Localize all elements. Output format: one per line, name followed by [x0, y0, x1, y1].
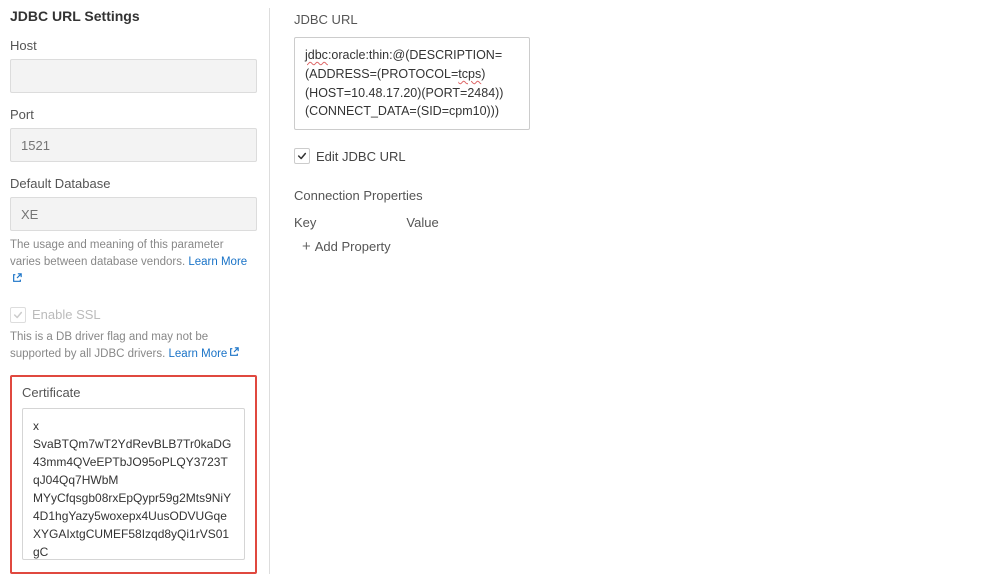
db-help-text: The usage and meaning of this parameter …: [10, 237, 257, 289]
port-label: Port: [10, 107, 257, 122]
default-db-label: Default Database: [10, 176, 257, 191]
certificate-textarea[interactable]: x SvaBTQm7wT2YdRevBLB7Tr0kaDG43mm4QVeEPT…: [22, 408, 245, 560]
jdbc-url-label: JDBC URL: [294, 12, 989, 27]
jdbc-url-line-2: (ADDRESS=(PROTOCOL=tcps): [305, 65, 519, 84]
jdbc-url-input[interactable]: jdbc:oracle:thin:@(DESCRIPTION= (ADDRESS…: [294, 37, 530, 130]
enable-ssl-row: Enable SSL: [10, 307, 257, 323]
plus-icon: +: [302, 238, 311, 255]
enable-ssl-checkbox[interactable]: [10, 307, 26, 323]
edit-jdbc-label: Edit JDBC URL: [316, 149, 406, 164]
edit-jdbc-row: Edit JDBC URL: [294, 148, 989, 164]
ssl-help-text: This is a DB driver flag and may not be …: [10, 329, 257, 364]
host-label: Host: [10, 38, 257, 53]
certificate-label: Certificate: [22, 385, 245, 400]
ssl-learn-more-link[interactable]: Learn More: [169, 348, 240, 360]
left-panel: JDBC URL Settings Host Port Default Data…: [10, 8, 270, 574]
default-db-input[interactable]: [10, 197, 257, 231]
jdbc-url-line-3: (HOST=10.48.17.20)(PORT=2484)): [305, 84, 519, 103]
kv-header-row: Key Value: [294, 215, 989, 230]
connection-properties-title: Connection Properties: [294, 188, 989, 203]
external-link-icon: [229, 347, 239, 357]
certificate-section: Certificate x SvaBTQm7wT2YdRevBLB7Tr0kaD…: [10, 375, 257, 574]
value-header: Value: [406, 215, 438, 230]
add-property-button[interactable]: + Add Property: [294, 238, 989, 255]
external-link-icon: [12, 273, 22, 283]
jdbc-url-line-4: (CONNECT_DATA=(SID=cpm10))): [305, 102, 519, 121]
port-input[interactable]: [10, 128, 257, 162]
section-title: JDBC URL Settings: [10, 8, 257, 24]
host-input[interactable]: [10, 59, 257, 93]
right-panel: JDBC URL jdbc:oracle:thin:@(DESCRIPTION=…: [270, 8, 989, 574]
edit-jdbc-checkbox[interactable]: [294, 148, 310, 164]
key-header: Key: [294, 215, 316, 230]
jdbc-url-line-1: jdbc:oracle:thin:@(DESCRIPTION=: [305, 46, 519, 65]
enable-ssl-label: Enable SSL: [32, 307, 101, 322]
